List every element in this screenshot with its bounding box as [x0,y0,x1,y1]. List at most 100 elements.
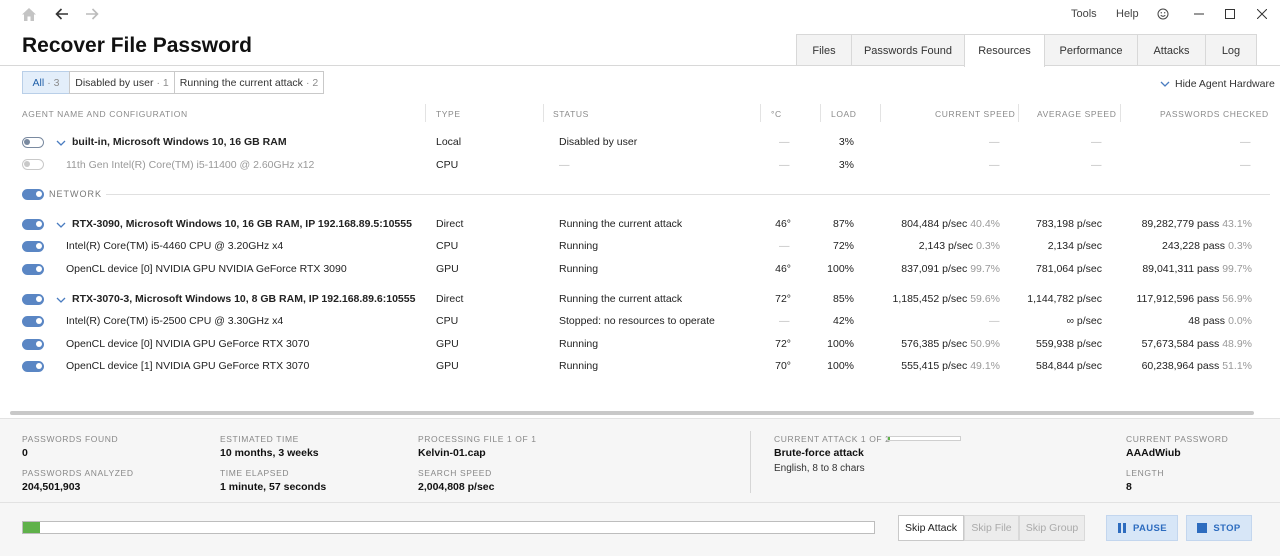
col-agent-name[interactable]: AGENT NAME AND CONFIGURATION [22,109,188,119]
agent-current-speed: — [989,136,1000,148]
close-icon [1257,9,1267,19]
checked-value: 48 pass [1188,315,1226,327]
pause-button[interactable]: PAUSE [1106,515,1178,541]
agent-load: 85% [832,293,854,305]
stop-label: STOP [1213,522,1241,534]
current-attack-value: Brute-force attack [774,447,864,459]
col-separator [543,104,544,122]
forward-arrow-icon [86,8,99,20]
checked-value: 89,041,311 pass [1142,263,1220,275]
tab-log[interactable]: Log [1205,34,1257,66]
current-speed-value: 1,185,452 p/sec [892,293,968,305]
device-temp: 46° [775,263,791,275]
home-button[interactable] [18,4,40,24]
col-type[interactable]: TYPE [436,109,461,119]
filter-disabled-by-user[interactable]: Disabled by user · 1 [69,71,175,94]
device-toggle[interactable] [22,264,44,275]
device-status: Running [559,360,599,372]
skip-file-button[interactable]: Skip File [964,515,1019,541]
footer-divider [0,502,1280,503]
device-temp: — [779,159,790,171]
checked-share: 48.9% [1222,338,1252,350]
stop-button[interactable]: STOP [1186,515,1252,541]
skip-attack-button[interactable]: Skip Attack [898,515,964,541]
feedback-button[interactable] [1150,3,1176,25]
agent-load: 3% [838,136,854,148]
device-passwords-checked: 48 pass 0.0% [1188,315,1252,327]
device-toggle[interactable] [22,241,44,252]
checked-value: 243,228 pass [1162,240,1226,252]
device-temp: 70° [775,360,791,372]
device-toggle[interactable] [22,159,44,170]
checked-value: 57,673,584 pass [1141,338,1220,350]
back-arrow-icon [55,8,68,20]
tab-attacks[interactable]: Attacks [1137,34,1206,66]
network-divider [106,194,1270,195]
hide-agent-hardware-toggle[interactable]: Hide Agent Hardware [1160,78,1275,90]
menu-tools[interactable]: Tools [1071,8,1097,20]
current-speed-value: 2,143 p/sec [918,240,974,252]
agent-type: Direct [436,293,464,305]
agent-toggle[interactable] [22,137,44,148]
agent-current-speed: 1,185,452 p/sec 59.6% [892,293,1000,305]
device-load: 100% [827,263,854,275]
col-current-speed[interactable]: CURRENT SPEED [935,109,1015,119]
filter-all[interactable]: All · 3 [22,71,70,94]
col-temperature[interactable]: °C [771,109,782,119]
device-passwords-checked: 57,673,584 pass 48.9% [1142,338,1252,350]
device-current-speed: 555,415 p/sec 49.1% [901,360,1000,372]
col-average-speed[interactable]: AVERAGE SPEED [1037,109,1116,119]
device-current-speed: 2,143 p/sec 0.3% [919,240,1000,252]
back-button[interactable] [51,4,73,24]
device-toggle[interactable] [22,339,44,350]
checked-share: 0.0% [1228,315,1252,327]
current-speed-value: 576,385 p/sec [901,338,968,350]
device-type: CPU [436,240,459,252]
tab-files[interactable]: Files [796,34,852,66]
agent-temp: — [779,136,790,148]
app-window: { "window": {"title": "Recover File Pass… [0,0,1280,556]
agent-toggle[interactable] [22,294,44,305]
device-toggle[interactable] [22,316,44,327]
col-separator [760,104,761,122]
device-name: Intel(R) Core(TM) i5-2500 CPU @ 3.30GHz … [66,315,284,327]
col-load[interactable]: LOAD [831,109,857,119]
device-type: GPU [436,360,459,372]
tab-resources[interactable]: Resources [964,34,1045,67]
chevron-down-icon[interactable] [56,138,66,148]
minimize-button[interactable] [1186,3,1212,25]
search-speed-value: 2,004,808 p/sec [418,481,495,493]
agent-status: Running the current attack [559,218,683,230]
network-toggle[interactable] [22,189,44,200]
current-attack-progress-fill [888,437,891,440]
passwords-analyzed-value: 204,501,903 [22,481,81,493]
filter-running-current-attack[interactable]: Running the current attack · 2 [174,71,324,94]
chevron-down-icon[interactable] [56,220,66,230]
smiley-icon [1157,8,1169,20]
active-tab-gap [965,64,1044,67]
tab-divider [0,65,1280,66]
agent-type: Local [436,136,462,148]
agent-name: built-in, Microsoft Windows 10, 16 GB RA… [72,136,287,148]
device-load: 42% [832,315,854,327]
maximize-button[interactable] [1217,3,1243,25]
length-label: LENGTH [1126,468,1165,478]
skip-group-button[interactable]: Skip Group [1019,515,1085,541]
current-speed-value: 804,484 p/sec [901,218,968,230]
device-toggle[interactable] [22,361,44,372]
filter-all-label: All [32,76,45,89]
forward-button[interactable] [81,4,103,24]
filter-disabled-count: · 1 [156,76,169,89]
agent-toggle[interactable] [22,219,44,230]
tab-performance[interactable]: Performance [1044,34,1138,66]
close-button[interactable] [1249,3,1275,25]
tab-passwords-found[interactable]: Passwords Found [851,34,965,66]
horizontal-scrollbar[interactable] [10,411,1254,415]
chevron-down-icon[interactable] [56,295,66,305]
col-passwords-checked[interactable]: PASSWORDS CHECKED [1160,109,1269,119]
menu-help[interactable]: Help [1116,8,1139,20]
current-attack-detail: English, 8 to 8 chars [774,463,865,474]
agent-average-speed: 783,198 p/sec [1036,218,1102,230]
col-status[interactable]: STATUS [553,109,589,119]
maximize-icon [1225,9,1235,19]
